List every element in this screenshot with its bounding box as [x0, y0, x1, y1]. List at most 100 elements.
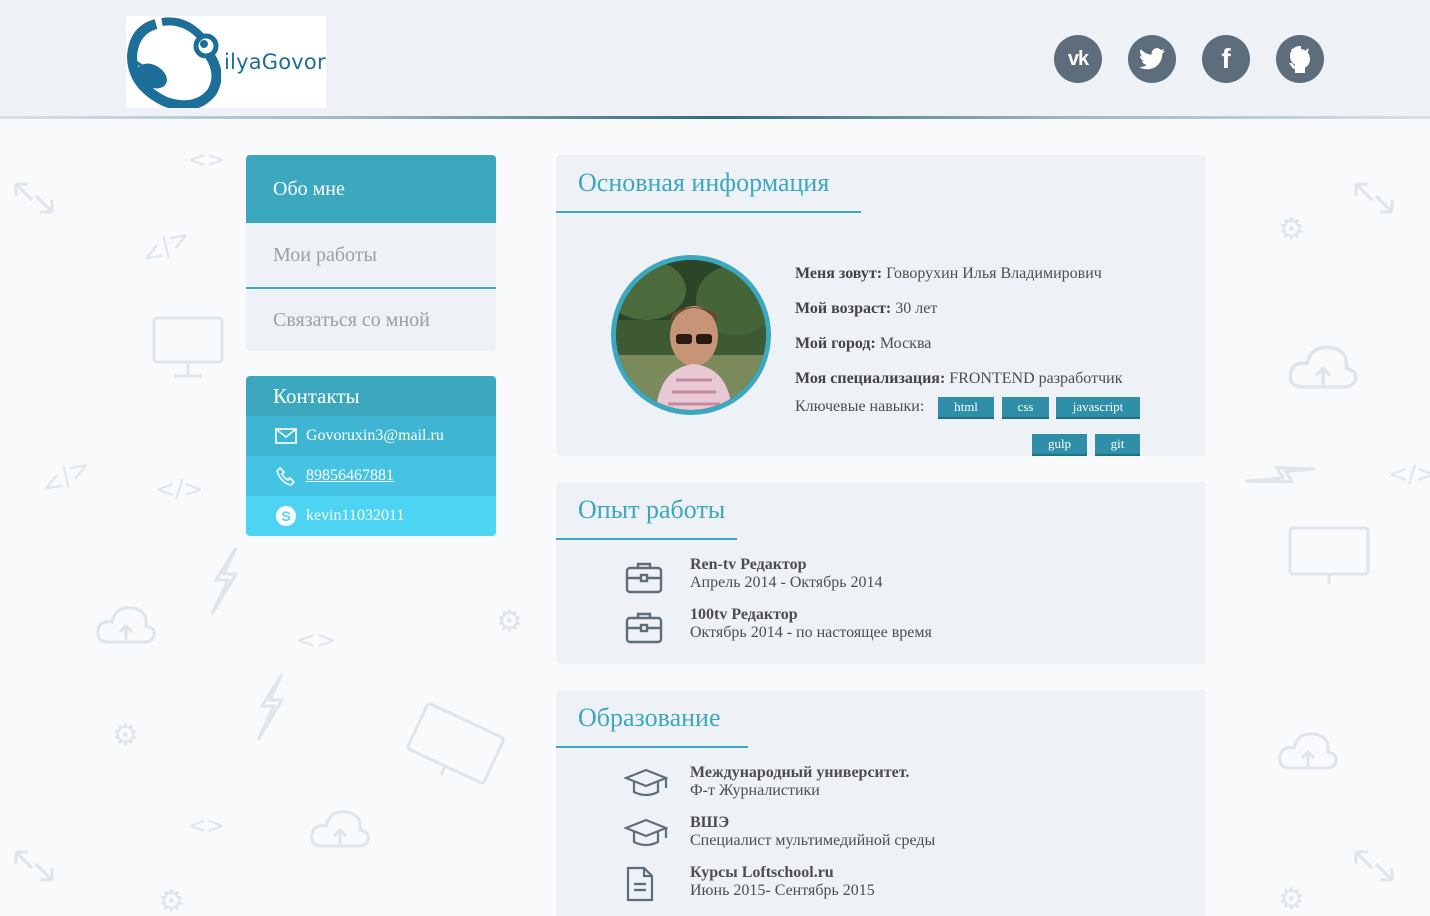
background-arrows-icon [12, 846, 56, 886]
contacts-panel: Контакты Govoruxin3@mail.ru 89856467881 … [246, 376, 496, 536]
menu-item-works[interactable]: Мои работы [246, 223, 496, 289]
avatar [611, 255, 771, 415]
city-label: Мой город: [795, 335, 876, 352]
document-icon [626, 866, 666, 906]
contacts-title: Контакты [246, 376, 496, 416]
age-value: 30 лет [895, 300, 938, 317]
site-header: ilyaGovor vk f [0, 0, 1430, 116]
graduation-cap-icon [623, 816, 669, 856]
city-value: Москва [879, 335, 932, 352]
info-age: Мой возраст: 30 лет [795, 300, 937, 318]
background-bolt-icon [206, 546, 242, 616]
skype-text: kevin11032011 [306, 507, 405, 524]
basic-info-title: Основная информация [556, 155, 861, 213]
background-monitor-icon [394, 694, 514, 800]
experience-item: Ren-tv Редактор Апрель 2014 - Октябрь 20… [690, 556, 883, 592]
experience-item-period: Апрель 2014 - Октябрь 2014 [690, 574, 883, 591]
background-code-icon: <> [296, 626, 337, 654]
briefcase-icon [624, 608, 664, 648]
background-code-icon: </> [136, 220, 197, 274]
background-code-icon: </> [36, 450, 97, 504]
info-name: Меня зовут: Говорухин Илья Владимирович [795, 265, 1102, 283]
background-arrows-icon [1352, 178, 1396, 218]
svg-text:S: S [281, 508, 290, 524]
twitter-icon [1139, 48, 1165, 70]
menu-item-contact[interactable]: Связаться со мной [246, 289, 496, 351]
background-monitor-icon [1284, 522, 1374, 592]
background-cloud-icon [308, 806, 372, 850]
side-menu: Обо мне Мои работы Связаться со мной [246, 155, 496, 351]
background-code-icon: <> [188, 814, 225, 839]
experience-card: Опыт работы Ren-tv Редактор Апрель 2014 … [556, 482, 1206, 664]
education-item-detail: Ф-т Журналистики [690, 782, 820, 799]
background-arrows-icon [12, 178, 56, 218]
education-item-detail: Специалист мультимедийной среды [690, 832, 936, 849]
education-item-title: Международный университет. [690, 764, 910, 781]
info-city: Мой город: Москва [795, 335, 931, 353]
basic-info-card: Основная информация Меня зовут: Говорухи… [556, 155, 1206, 456]
age-label: Мой возраст: [795, 300, 892, 317]
education-card: Образование Международный университет. Ф… [556, 690, 1206, 916]
background-cloud-icon [94, 602, 158, 646]
facebook-icon: f [1221, 43, 1231, 74]
education-item-title: ВШЭ [690, 814, 730, 831]
contact-email[interactable]: Govoruxin3@mail.ru [246, 416, 496, 456]
education-item: Международный университет. Ф-т Журналист… [690, 764, 909, 800]
skill-tag: gulp [1032, 434, 1087, 456]
spec-label: Моя специализация: [795, 370, 946, 387]
education-item: Курсы Loftschool.ru Июнь 2015- Сентябрь … [690, 864, 875, 900]
education-item-title: Курсы Loftschool.ru [690, 864, 834, 881]
vk-icon: vk [1067, 47, 1089, 70]
email-text: Govoruxin3@mail.ru [306, 427, 444, 444]
github-button[interactable] [1276, 35, 1324, 83]
experience-item-period: Октябрь 2014 - по настоящее время [690, 624, 932, 641]
contact-phone[interactable]: 89856467881 [246, 456, 496, 496]
background-monitor-icon [148, 312, 228, 382]
skill-tag: css [1002, 397, 1049, 419]
background-bolt-icon [1241, 442, 1320, 508]
logo-text: ilyaGovor [224, 50, 326, 74]
education-item-detail: Июнь 2015- Сентябрь 2015 [690, 882, 875, 899]
vk-button[interactable]: vk [1054, 35, 1102, 83]
education-title: Образование [556, 690, 748, 748]
spec-value: FRONTEND разработчик [949, 370, 1123, 387]
skills-label: Ключевые навыки: [795, 398, 925, 415]
experience-item-title: Ren-tv Редактор [690, 556, 807, 573]
background-gear-icon: ⚙ [1278, 212, 1305, 247]
background-gear-icon: ⚙ [1278, 882, 1305, 916]
background-arrows-icon [1352, 846, 1396, 886]
twitter-button[interactable] [1128, 35, 1176, 83]
skype-icon: S [274, 504, 298, 528]
info-specialization: Моя специализация: FRONTEND разработчик [795, 370, 1122, 388]
phone-icon [274, 464, 298, 488]
skill-tag: html [938, 397, 994, 419]
facebook-button[interactable]: f [1202, 35, 1250, 83]
experience-title: Опыт работы [556, 482, 737, 540]
background-gear-icon: ⚙ [112, 718, 139, 753]
experience-item-title: 100tv Редактор [690, 606, 798, 623]
background-code-icon: </> [1388, 460, 1430, 488]
github-icon [1289, 45, 1311, 73]
background-code-icon: </> [155, 475, 204, 503]
mail-icon [274, 424, 298, 448]
contact-skype[interactable]: S kevin11032011 [246, 496, 496, 536]
briefcase-icon [624, 558, 664, 598]
header-divider [0, 116, 1430, 119]
skill-tag: javascript [1056, 397, 1140, 419]
name-value: Говорухин Илья Владимирович [886, 265, 1102, 282]
education-item: ВШЭ Специалист мультимедийной среды [690, 814, 935, 850]
background-gear-icon: ⚙ [158, 884, 185, 916]
logo-mark-icon [126, 16, 222, 111]
background-cloud-icon [1286, 340, 1360, 392]
logo[interactable]: ilyaGovor [126, 16, 326, 111]
phone-link[interactable]: 89856467881 [306, 467, 394, 485]
background-cloud-icon [1276, 728, 1340, 772]
experience-item: 100tv Редактор Октябрь 2014 - по настоящ… [690, 606, 932, 642]
name-label: Меня зовут: [795, 265, 883, 282]
background-bolt-icon [252, 672, 288, 742]
background-gear-icon: ⚙ [496, 604, 523, 639]
menu-item-about[interactable]: Обо мне [246, 155, 496, 223]
graduation-cap-icon [623, 766, 669, 806]
skill-tag: git [1095, 434, 1140, 456]
background-code-icon: <> [188, 148, 225, 173]
